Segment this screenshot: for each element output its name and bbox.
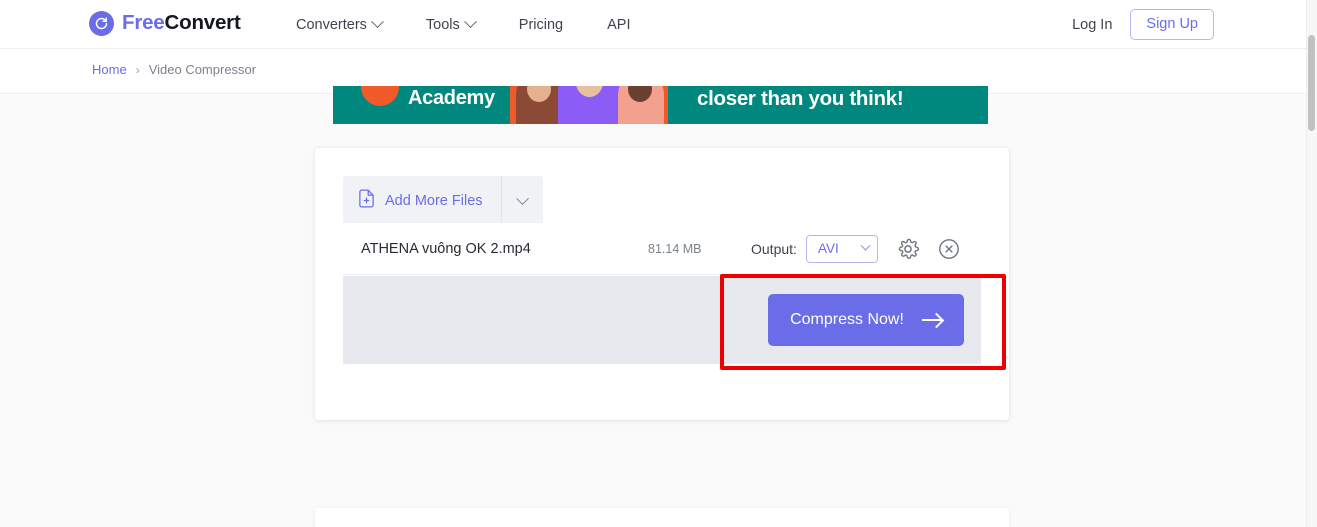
site-logo[interactable]: FreeConvert bbox=[89, 11, 241, 36]
arrow-right-icon bbox=[921, 319, 942, 321]
converter-action-bar: Compress Now! bbox=[343, 276, 981, 364]
output-format-label: Output: bbox=[751, 240, 797, 257]
chevron-down-icon bbox=[515, 191, 529, 205]
ad-brand-label: Academy bbox=[408, 87, 495, 109]
compress-now-label: Compress Now! bbox=[790, 311, 904, 328]
ad-tagline: closer than you think! bbox=[697, 87, 904, 110]
page-root: FreeConvert Converters Tools Pricing API… bbox=[0, 0, 1317, 527]
breadcrumb-separator-icon: › bbox=[135, 62, 140, 77]
lower-content-card bbox=[315, 508, 1009, 527]
add-more-files-label: Add More Files bbox=[385, 193, 483, 209]
breadcrumb-home-link[interactable]: Home bbox=[92, 62, 127, 77]
output-format-value: AVI bbox=[818, 241, 839, 256]
file-name: ATHENA vuông OK 2.mp4 bbox=[361, 240, 531, 257]
logo-text-convert: Convert bbox=[164, 11, 241, 35]
chevron-down-icon bbox=[860, 240, 871, 251]
file-size: 81.14 MB bbox=[648, 241, 702, 256]
add-more-files-button[interactable]: Add More Files bbox=[343, 176, 501, 226]
file-remove-button[interactable] bbox=[937, 237, 961, 261]
breadcrumb-current-page: Video Compressor bbox=[148, 62, 257, 77]
breadcrumb: Home › Video Compressor bbox=[92, 62, 256, 77]
compress-now-button[interactable]: Compress Now! bbox=[768, 294, 964, 346]
add-files-toolbar: Add More Files bbox=[343, 176, 543, 226]
nav-item-converters[interactable]: Converters bbox=[296, 15, 404, 33]
add-files-dropdown-toggle[interactable] bbox=[500, 176, 543, 226]
ad-person-left bbox=[516, 86, 562, 124]
converter-card: Add More Files ATHENA vuông OK 2.mp4 81.… bbox=[315, 148, 1009, 420]
nav-label-pricing: Pricing bbox=[518, 16, 564, 33]
ad-logo-icon bbox=[361, 86, 399, 106]
login-link[interactable]: Log In bbox=[1072, 17, 1112, 33]
scrollbar-thumb[interactable] bbox=[1308, 35, 1315, 131]
ad-person-center bbox=[558, 86, 620, 124]
auth-actions: Log In Sign Up bbox=[1072, 0, 1214, 49]
output-format-select[interactable]: AVI bbox=[806, 234, 878, 263]
page-scrollbar[interactable] bbox=[1306, 0, 1317, 527]
site-header: FreeConvert Converters Tools Pricing API… bbox=[0, 0, 1306, 49]
ad-photo-image bbox=[510, 86, 668, 124]
nav-item-tools[interactable]: Tools bbox=[425, 15, 497, 33]
nav-item-pricing[interactable]: Pricing bbox=[519, 17, 585, 33]
nav-label-converters: Converters bbox=[296, 16, 367, 33]
logo-text-free: Free bbox=[122, 11, 165, 35]
ad-person-right bbox=[618, 86, 664, 124]
nav-item-api[interactable]: API bbox=[607, 17, 630, 33]
file-settings-button[interactable] bbox=[896, 237, 920, 261]
chevron-down-icon bbox=[463, 15, 477, 29]
nav-label-tools: Tools bbox=[425, 16, 460, 33]
chevron-down-icon bbox=[371, 15, 384, 29]
signup-button[interactable]: Sign Up bbox=[1130, 8, 1214, 41]
refresh-circle-icon bbox=[89, 11, 114, 36]
logo-wordmark: FreeConvert bbox=[122, 13, 241, 34]
file-list-row: ATHENA vuông OK 2.mp4 81.14 MB Output: A… bbox=[343, 223, 981, 275]
main-navigation: Converters Tools Pricing API bbox=[296, 0, 630, 49]
advertisement-banner[interactable]: Academy closer than you think! bbox=[333, 86, 988, 124]
nav-label-api: API bbox=[607, 16, 631, 33]
file-plus-icon bbox=[358, 189, 375, 213]
